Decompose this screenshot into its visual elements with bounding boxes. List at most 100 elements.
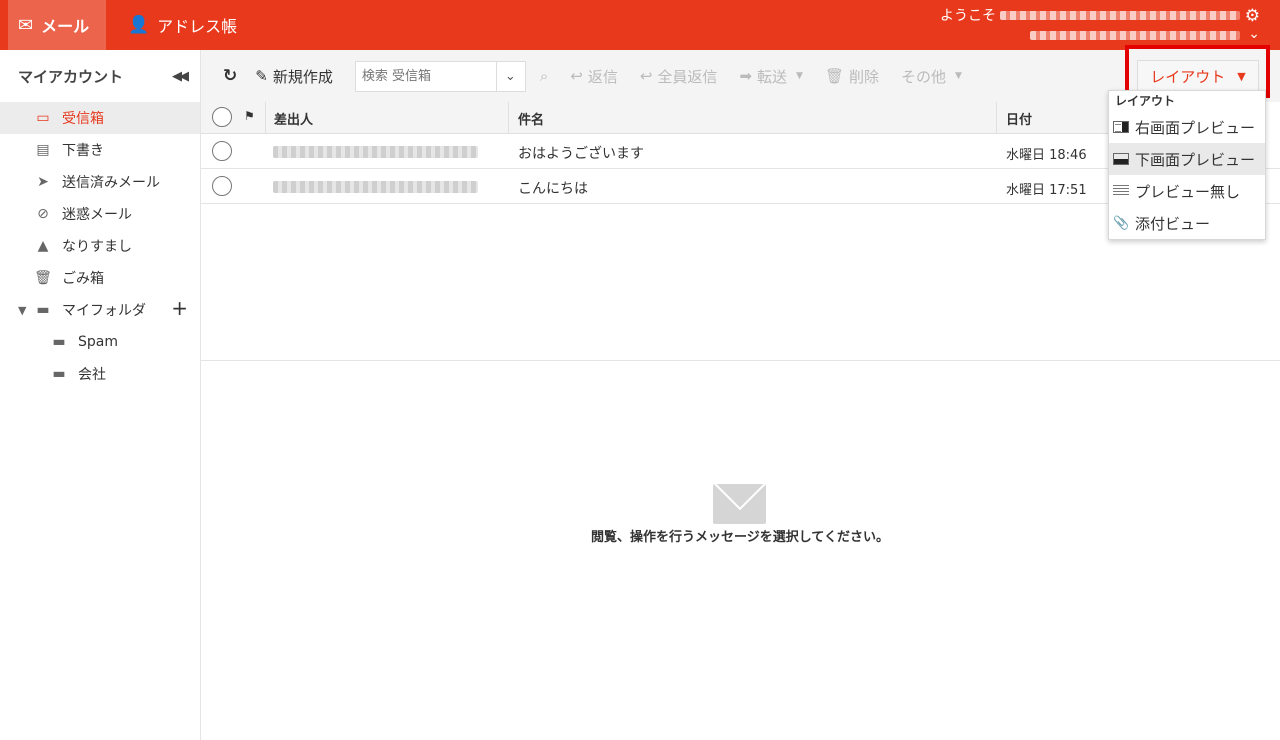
folder-junk[interactable]: ⊘ 迷惑メール xyxy=(0,198,200,230)
layout-menu-header: レイアウト xyxy=(1115,94,1176,108)
welcome-label: ようこそ xyxy=(940,8,996,24)
document-icon: ▤ xyxy=(36,142,50,158)
sender-column-header[interactable]: 差出人 xyxy=(274,109,313,128)
list-icon xyxy=(1113,185,1129,197)
reply-label: 返信 xyxy=(587,67,618,86)
folder-sent[interactable]: ➤ 送信済みメール xyxy=(0,166,200,198)
row-checkbox[interactable] xyxy=(212,141,232,161)
row-date: 水曜日 17:51 xyxy=(1006,183,1087,198)
address-book-tab-label: アドレス帳 xyxy=(157,17,238,36)
add-folder-icon[interactable]: + xyxy=(171,296,188,320)
folder-trash[interactable]: 🗑 ごみ箱 xyxy=(0,262,200,294)
forward-button[interactable]: ➡ 転送 ▼ xyxy=(739,66,803,87)
folder-icon: ▬ xyxy=(36,302,50,318)
gear-icon[interactable]: ⚙ xyxy=(1245,6,1260,26)
layout-button[interactable]: レイアウト ▼ xyxy=(1137,60,1259,92)
layout-option-no-preview[interactable]: プレビュー無し xyxy=(1109,175,1265,207)
caret-down-icon: ▼ xyxy=(1237,69,1246,83)
row-date: 水曜日 18:46 xyxy=(1006,148,1087,163)
layout-option-attachment-view[interactable]: 📎 添付ビュー xyxy=(1109,207,1265,239)
welcome-text: ようこそ xyxy=(940,5,1240,25)
refresh-icon[interactable]: ↻ xyxy=(223,66,237,86)
user-icon: 👤 xyxy=(128,15,150,35)
folder-label: 受信箱 xyxy=(62,111,104,127)
edit-icon: ✎ xyxy=(255,67,268,85)
paperclip-icon: 📎 xyxy=(1113,215,1130,231)
address-book-tab[interactable]: 👤 アドレス帳 xyxy=(118,0,247,50)
top-bar: ✉ メール 👤 アドレス帳 ようこそ ⚙ ⌄ xyxy=(0,0,1280,50)
trash-icon: 🗑 xyxy=(34,270,52,286)
folder-icon: ▬ xyxy=(52,334,66,350)
folder-label: ごみ箱 xyxy=(62,271,104,287)
email-redacted xyxy=(1030,31,1240,40)
folder-inbox[interactable]: ▭ 受信箱 xyxy=(0,102,200,134)
reply-all-button[interactable]: ↩ 全員返信 xyxy=(640,66,718,87)
select-all-checkbox[interactable] xyxy=(212,107,232,127)
search-icon[interactable]: ⌕ xyxy=(540,67,548,85)
layout-option-label: プレビュー無し xyxy=(1135,182,1241,201)
mail-tab-label: メール xyxy=(41,17,90,36)
folder-company[interactable]: ▬ 会社 xyxy=(0,358,200,390)
search-options-chevron-icon[interactable]: ⌄ xyxy=(495,61,524,91)
layout-option-label: 下画面プレビュー xyxy=(1135,150,1256,169)
compose-label: 新規作成 xyxy=(272,67,333,86)
username-redacted xyxy=(1000,10,1240,20)
delete-label: 削除 xyxy=(849,67,880,86)
folder-spam[interactable]: ▬ Spam xyxy=(0,326,200,358)
chevron-down-icon[interactable]: ⌄ xyxy=(1248,26,1260,42)
envelope-icon xyxy=(713,484,766,524)
row-checkbox[interactable] xyxy=(212,176,232,196)
delete-button[interactable]: 🗑 削除 xyxy=(825,66,879,87)
row-subject: おはようございます xyxy=(518,146,644,162)
folder-drafts[interactable]: ▤ 下書き xyxy=(0,134,200,166)
layout-option-right-preview[interactable]: 右画面プレビュー xyxy=(1109,111,1265,143)
folder-label: 迷惑メール xyxy=(62,207,132,223)
preview-divider[interactable] xyxy=(201,360,1280,361)
folder-label: 送信済みメール xyxy=(62,175,160,191)
search-box: ⌄ xyxy=(354,60,526,92)
account-title: マイアカウント xyxy=(18,67,124,86)
mail-tab[interactable]: ✉ メール xyxy=(8,0,106,50)
right-pane-icon xyxy=(1113,121,1129,133)
warning-icon: ▲ xyxy=(37,238,49,254)
layout-option-bottom-preview[interactable]: 下画面プレビュー xyxy=(1109,143,1265,175)
inbox-icon: ▭ xyxy=(36,110,50,126)
reply-all-label: 全員返信 xyxy=(657,67,718,86)
caret-down-icon: ▼ xyxy=(796,71,803,81)
sidebar: マイアカウント ◀◀ ▭ 受信箱 ▤ 下書き ➤ 送信済みメール ⊘ 迷惑メール… xyxy=(0,50,201,740)
flag-column-icon[interactable]: ⚑ xyxy=(244,109,255,123)
envelope-icon: ✉ xyxy=(18,14,34,36)
folder-label: Spam xyxy=(78,334,118,350)
trash-icon: 🗑 xyxy=(824,67,844,85)
bottom-pane-icon xyxy=(1113,153,1129,165)
search-input[interactable] xyxy=(355,62,496,90)
send-icon: ➤ xyxy=(37,174,49,190)
folder-spoofing[interactable]: ▲ なりすまし xyxy=(0,230,200,262)
layout-menu: レイアウト 右画面プレビュー 下画面プレビュー プレビュー無し 📎 添付ビュー xyxy=(1108,90,1266,240)
sender-redacted xyxy=(273,181,478,193)
tree-expand-icon[interactable]: ▼ xyxy=(18,304,26,317)
date-column-header[interactable]: 日付 xyxy=(1006,109,1032,128)
folder-label: なりすまし xyxy=(62,239,132,255)
reply-button[interactable]: ↩ 返信 xyxy=(570,66,618,87)
layout-option-label: 右画面プレビュー xyxy=(1135,118,1256,137)
forward-icon: ➡ xyxy=(739,67,753,85)
list-header: ⚑ 差出人 件名 日付 xyxy=(201,102,1108,134)
row-subject: こんにちは xyxy=(518,181,588,197)
folder-label: 会社 xyxy=(78,367,106,383)
layout-option-label: 添付ビュー xyxy=(1135,214,1211,233)
compose-button[interactable]: ✎ 新規作成 xyxy=(255,66,333,87)
more-button[interactable]: その他 ▼ xyxy=(901,66,962,87)
folder-my-folders[interactable]: ▼ ▬ マイフォルダ + xyxy=(0,294,200,326)
subject-column-header[interactable]: 件名 xyxy=(518,109,544,128)
reply-all-icon: ↩ xyxy=(639,67,653,85)
folder-icon: ▬ xyxy=(52,366,66,382)
layout-label: レイアウト xyxy=(1150,67,1226,86)
caret-down-icon: ▼ xyxy=(955,71,962,81)
ban-icon: ⊘ xyxy=(37,206,49,222)
collapse-sidebar-icon[interactable]: ◀◀ xyxy=(172,69,189,84)
sender-redacted xyxy=(273,146,478,158)
forward-label: 転送 xyxy=(757,67,788,86)
empty-preview-message: 閲覧、操作を行うメッセージを選択してください。 xyxy=(591,530,889,545)
more-label: その他 xyxy=(901,67,947,86)
